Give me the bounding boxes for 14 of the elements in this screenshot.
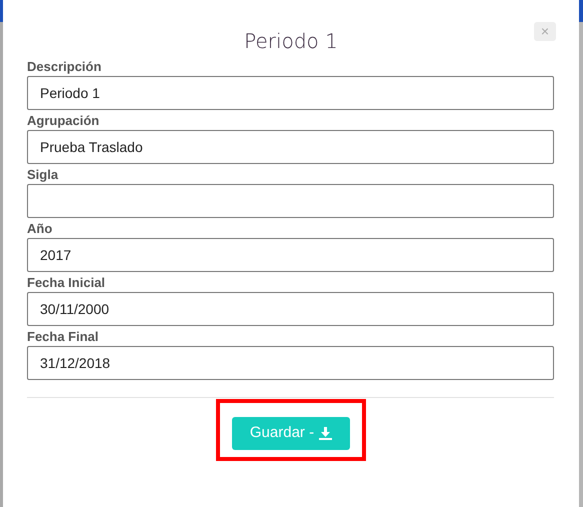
input-field[interactable]: 30/11/2000 bbox=[27, 292, 554, 326]
download-icon bbox=[319, 427, 332, 440]
input-field[interactable]: Periodo 1 bbox=[27, 76, 554, 110]
field-label: Año bbox=[27, 221, 54, 236]
input-field[interactable]: Prueba Traslado bbox=[27, 130, 554, 164]
field-label: Agrupación bbox=[27, 113, 100, 128]
field-label: Sigla bbox=[27, 167, 60, 182]
input-field[interactable]: 31/12/2018 bbox=[27, 346, 554, 380]
field-label: Fecha Inicial bbox=[27, 275, 106, 290]
field-label: Descripción bbox=[27, 59, 102, 74]
field-label: Fecha Final bbox=[27, 329, 100, 344]
input-field[interactable] bbox=[27, 184, 554, 218]
dialog-title: Periodo 1 bbox=[244, 28, 338, 54]
input-field[interactable]: 2017 bbox=[27, 238, 554, 272]
